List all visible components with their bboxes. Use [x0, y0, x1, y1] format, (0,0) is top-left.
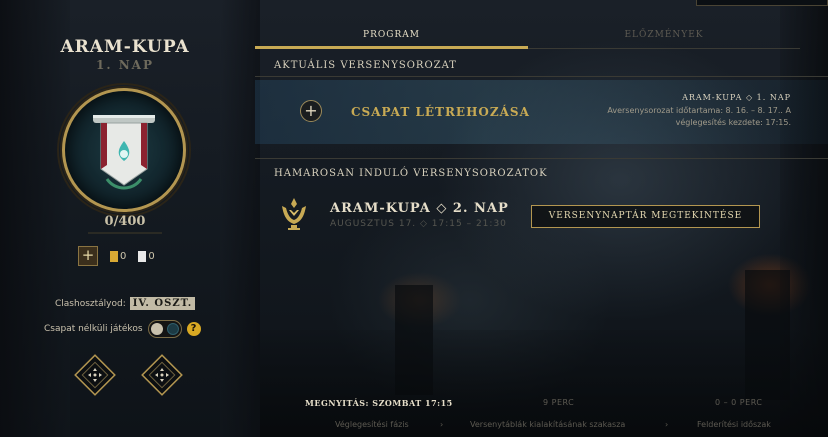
- event-sidebar: ARAM-KUPA 1. NAP 0/400 + 0 0 Clashosztál…: [0, 0, 250, 437]
- tab-history[interactable]: ELŐZMÉNYEK: [528, 30, 800, 40]
- gold-ticket-count: 0: [120, 250, 127, 262]
- timeline-phase-scout: Felderítési időszak: [697, 420, 771, 429]
- event-points: 0/400: [104, 214, 146, 229]
- gold-ticket: 0: [110, 250, 127, 262]
- upcoming-series-time: AUGUSZTUS 17. ◇ 17:15 – 21:30: [330, 219, 507, 229]
- event-title: ARAM-KUPA: [60, 37, 190, 57]
- active-series-title: AKTUÁLIS VERSENYSOROZAT: [274, 60, 457, 71]
- gold-ticket-icon: [110, 250, 118, 262]
- solo-player-row: Csapat nélküli játékos ?: [44, 320, 201, 338]
- active-series-info: ARAM-KUPA ◇ 1. NAP Aversenysorozat időta…: [607, 93, 791, 129]
- event-subtitle: 1. NAP: [95, 58, 154, 72]
- active-series-lock-time: véglegesítés kezdete: 17:15.: [675, 118, 791, 127]
- view-calendar-button[interactable]: VERSENYNAPTÁR MEGTEKINTÉSE: [531, 205, 760, 228]
- timeline-opening: MEGNYITÁS: SZOMBAT 17:15: [305, 398, 453, 408]
- create-team-plus-icon[interactable]: +: [300, 100, 322, 122]
- clash-tier-row: Clashosztályod: IV. OSZT.: [55, 297, 196, 310]
- tournament-icon: [282, 198, 306, 230]
- currency-row: + 0 0: [78, 246, 155, 266]
- timeline-lock-duration: 9 PERC: [543, 398, 575, 407]
- timeline-phase-bracket: Versenytáblák kialakításának szakasza: [470, 420, 626, 429]
- clash-tier-badge: IV. OSZT.: [129, 297, 196, 310]
- section-divider: [255, 158, 828, 159]
- white-ticket-icon: [138, 250, 147, 262]
- solo-player-label: Csapat nélküli játékos: [44, 324, 143, 334]
- create-team-button[interactable]: CSAPAT LÉTREHOZÁSA: [351, 105, 530, 119]
- white-ticket: 0: [138, 250, 155, 262]
- toggle-knob: [166, 323, 179, 335]
- add-currency-button[interactable]: +: [78, 246, 98, 266]
- white-ticket-count: 0: [148, 250, 155, 262]
- active-series-duration: Aversenysorozat időtartama: 8. 16. – 8. …: [607, 106, 791, 115]
- team-logo-slot-icon[interactable]: [72, 352, 118, 398]
- person-icon: [150, 323, 163, 335]
- tab-active-underline: [255, 46, 528, 49]
- chevron-right-icon: ›: [440, 420, 444, 429]
- timeline-times: MEGNYITÁS: SZOMBAT 17:15 9 PERC 0 – 0 PE…: [305, 398, 825, 410]
- timeline-phases: Véglegesítési fázis › Versenytáblák kial…: [335, 420, 825, 432]
- chevron-right-icon: ›: [665, 420, 669, 429]
- points-progress-bar: [88, 232, 162, 234]
- help-icon[interactable]: ?: [186, 322, 201, 336]
- solo-player-toggle[interactable]: [147, 320, 182, 338]
- timeline-phase-lock: Véglegesítési fázis: [335, 420, 409, 429]
- trophy-banner-icon[interactable]: [62, 88, 186, 212]
- timeline-scout-duration: 0 – 0 PERC: [715, 398, 763, 407]
- active-series-name: ARAM-KUPA ◇ 1. NAP: [682, 93, 791, 102]
- upcoming-series-name: ARAM-KUPA ◇ 2. NAP: [330, 201, 509, 216]
- section-divider: [255, 76, 828, 77]
- tab-bar: PROGRAM ELŐZMÉNYEK: [255, 26, 800, 49]
- upcoming-series-title: HAMAROSAN INDULÓ VERSENYSOROZATOK: [274, 168, 548, 179]
- schedule-panel: PROGRAM ELŐZMÉNYEK AKTUÁLIS VERSENYSOROZ…: [255, 0, 828, 437]
- team-logo-slot-icon[interactable]: [139, 352, 185, 398]
- clash-tier-label: Clashosztályod:: [55, 298, 126, 309]
- tab-schedule[interactable]: PROGRAM: [255, 30, 528, 40]
